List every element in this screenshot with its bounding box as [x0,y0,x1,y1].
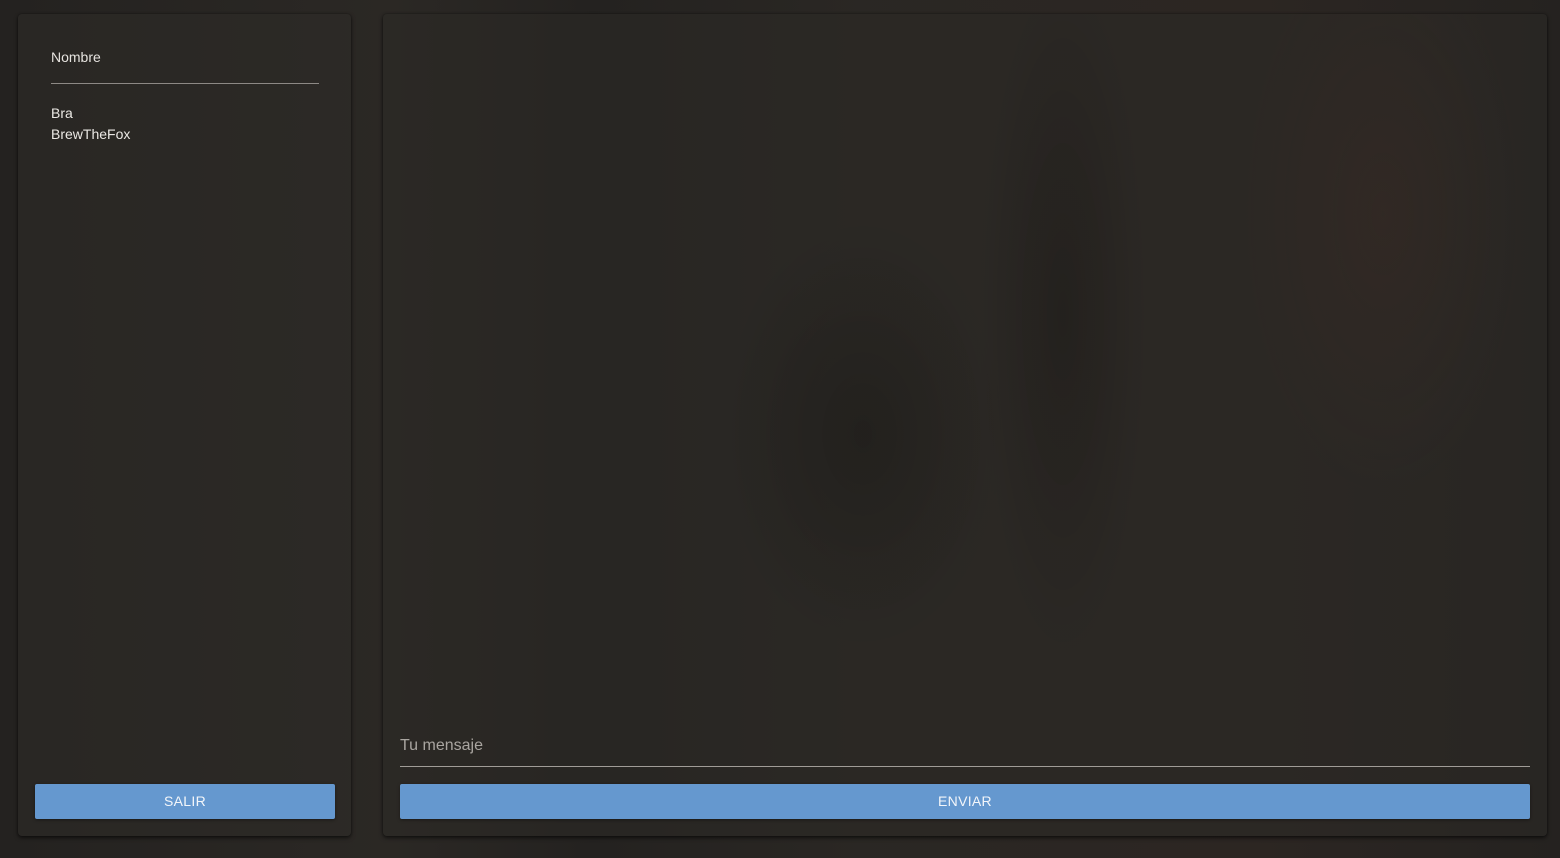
users-header: Nombre [51,49,319,84]
message-field [400,726,1530,767]
user-list-item: Bra [51,105,73,121]
user-list-item: BrewTheFox [51,126,131,142]
send-button[interactable]: ENVIAR [400,784,1530,819]
chat-panel: ENVIAR [383,14,1547,836]
user-list: Bra BrewTheFox [51,103,130,145]
users-panel: Nombre Bra BrewTheFox SALIR [18,14,351,836]
exit-button[interactable]: SALIR [35,784,335,819]
message-input[interactable] [400,726,1530,766]
users-header-title: Nombre [51,49,101,65]
